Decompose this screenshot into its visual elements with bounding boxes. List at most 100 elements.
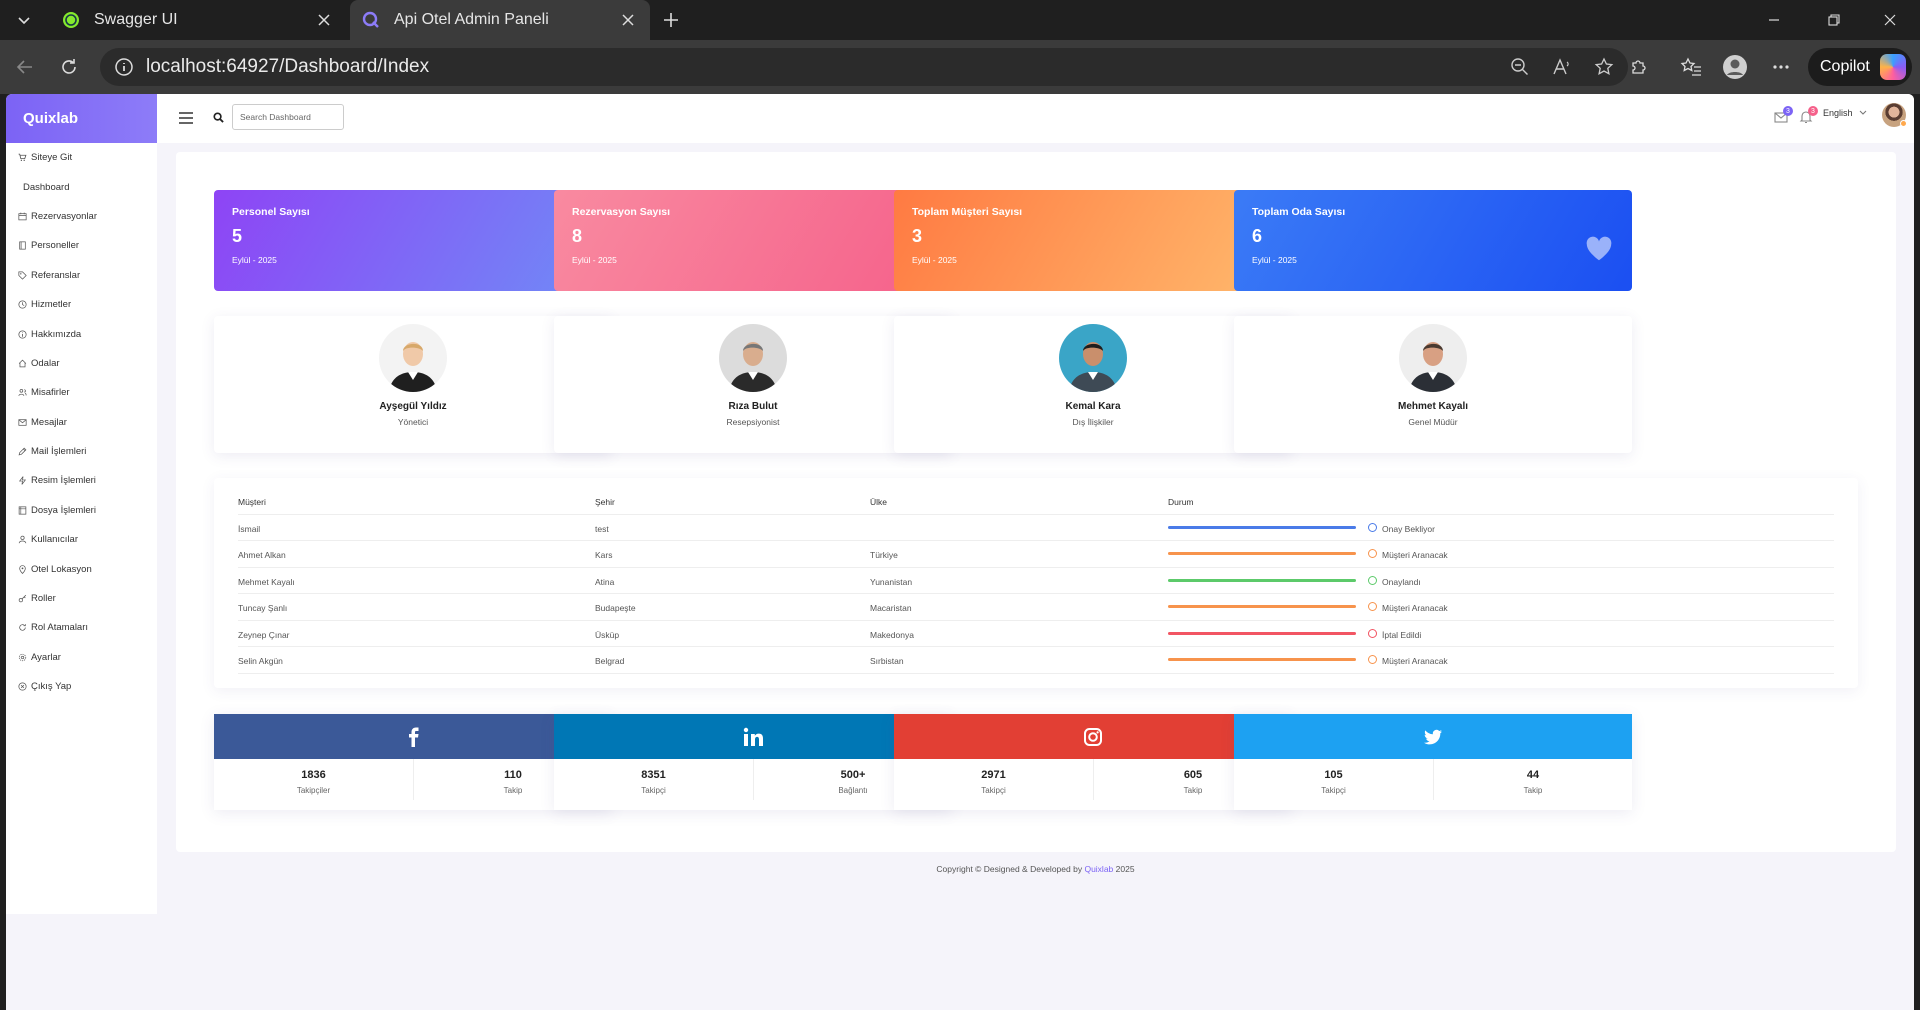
social-header[interactable] (554, 714, 952, 759)
stat-label: Rezervasyon Sayısı (572, 206, 671, 218)
close-window-button[interactable] (1860, 0, 1920, 40)
staff-photo (1059, 324, 1127, 392)
sidebar-item-10[interactable]: Mail İşlemleri (6, 437, 157, 466)
status-progress-bar (1168, 552, 1356, 555)
staff-photo (1399, 324, 1467, 392)
dashboard-content: Personel Sayısı 5 Eylül - 2025 Rezervasyon … (176, 152, 1896, 852)
favorites-button[interactable] (1676, 52, 1706, 82)
close-tab-icon[interactable] (618, 10, 638, 30)
status-label: Müşteri Aranacak (1382, 603, 1448, 613)
back-arrow-icon (16, 60, 32, 74)
status-circle-icon (1368, 575, 1377, 585)
sidebar-item-2[interactable]: Rezervasyonlar (6, 202, 157, 231)
profile-button[interactable] (1720, 52, 1750, 82)
sidebar-item-9[interactable]: Mesajlar (6, 408, 157, 437)
sidebar-item-13[interactable]: Kullanıcılar (6, 525, 157, 554)
sidebar-item-8[interactable]: Misafirler (6, 378, 157, 407)
social-count-label: Takipçi (1321, 786, 1346, 795)
restore-button[interactable] (1804, 0, 1864, 40)
language-select[interactable]: English (1823, 108, 1867, 118)
sidebar-item-4[interactable]: Referanslar (6, 261, 157, 290)
social-card-linkedin: 8351 Takipçi 500+ Bağlantı (554, 714, 952, 810)
site-info-icon[interactable] (114, 57, 134, 77)
linkedin-icon (743, 727, 763, 746)
copilot-icon (1879, 54, 1906, 80)
sidebar-item-3[interactable]: Personeller (6, 231, 157, 260)
sidebar-item-15[interactable]: Roller (6, 584, 157, 613)
pencil-icon (18, 447, 27, 456)
tab-swagger[interactable]: Swagger UI (50, 0, 346, 40)
tab-admin-panel[interactable]: Api Otel Admin Paneli (350, 0, 650, 40)
sidebar-item-17[interactable]: Ayarlar (6, 643, 157, 672)
sidebar-item-label: Rol Atamaları (31, 622, 89, 634)
social-header[interactable] (1234, 714, 1632, 759)
sidebar-item-16[interactable]: Rol Atamaları (6, 613, 157, 642)
favorites-list-icon (1680, 57, 1701, 76)
hamburger-menu-icon[interactable] (179, 112, 193, 124)
social-count-label: Takipçi (641, 786, 666, 795)
mail-notification-button[interactable]: 3 (1774, 106, 1793, 124)
column-header-status: Durum (1168, 497, 1194, 507)
cell-country: Makedonya (870, 629, 914, 640)
sidebar-item-0[interactable]: Siteye Git (6, 143, 157, 172)
bell-notification-button[interactable]: 3 (1799, 106, 1818, 124)
calendar-icon (18, 212, 27, 221)
sidebar-item-7[interactable]: Odalar (6, 349, 157, 378)
puzzle-icon (1632, 60, 1646, 74)
status-label: Onaylandı (1382, 576, 1421, 587)
brand-logo[interactable]: Quixlab (6, 94, 157, 143)
sidebar-item-label: Rezervasyonlar (31, 210, 97, 222)
facebook-icon (409, 727, 419, 747)
settings-more-button[interactable] (1766, 52, 1796, 82)
browser-address-bar: localhost:64927/Dashboard/Index Copilot (0, 40, 1920, 94)
sidebar-item-label: Mail İşlemleri (31, 446, 87, 458)
stat-value: 5 (232, 226, 243, 246)
sidebar-item-6[interactable]: Hakkımızda (6, 319, 157, 348)
read-aloud-icon[interactable] (1552, 57, 1572, 77)
table-row: Selin Akgün Belgrad Sırbistan Müşteri Arana… (238, 647, 1834, 674)
favorite-star-icon[interactable] (1594, 57, 1614, 77)
user-avatar[interactable] (1882, 103, 1907, 127)
staff-role: Resepsiyonist (726, 417, 780, 427)
footer-brand-link[interactable]: Quixlab (1084, 864, 1113, 874)
tab-title: Swagger UI (94, 11, 178, 28)
social-header[interactable] (894, 714, 1292, 759)
new-tab-button[interactable] (656, 6, 686, 34)
top-header: 3 3 English (157, 94, 1914, 143)
sidebar-item-5[interactable]: Hizmetler (6, 290, 157, 319)
url-field[interactable]: localhost:64927/Dashboard/Index (100, 48, 1628, 86)
tab-actions-menu[interactable] (8, 6, 40, 34)
social-card-instagram: 2971 Takipçi 605 Takip (894, 714, 1292, 810)
sidebar-item-label: Referanslar (31, 269, 81, 281)
back-button[interactable] (10, 52, 40, 82)
cell-country: Sırbistan (870, 656, 904, 666)
cell-city: Üsküp (595, 629, 620, 640)
close-tab-icon[interactable] (314, 10, 334, 30)
social-count-label: Takipçi (981, 786, 1006, 795)
sidebar-item-label: Otel Lokasyon (31, 563, 92, 575)
logout-icon (18, 682, 27, 691)
sidebar-item-12[interactable]: Dosya İşlemleri (6, 496, 157, 525)
cell-customer: Zeynep Çınar (238, 629, 290, 640)
extensions-button[interactable] (1624, 52, 1654, 82)
reload-button[interactable] (54, 52, 84, 82)
reservations-table: Müşteri Şehir Ülke Durum İsmail test Onay … (214, 478, 1858, 688)
cell-country: Türkiye (870, 550, 898, 560)
sidebar-item-dashboard[interactable]: Dashboard (6, 172, 157, 201)
social-header[interactable] (214, 714, 612, 759)
sidebar-item-11[interactable]: Resim İşlemleri (6, 466, 157, 495)
sidebar-item-18[interactable]: Çıkış Yap (6, 672, 157, 701)
minimize-button[interactable] (1744, 0, 1804, 40)
social-count: 105 (1324, 769, 1343, 781)
stat-period: Eylül - 2025 (1252, 255, 1297, 265)
minimize-icon (1769, 19, 1779, 21)
chevron-down-icon (1859, 110, 1866, 115)
sidebar-item-14[interactable]: Otel Lokasyon (6, 554, 157, 583)
search-input[interactable] (232, 104, 344, 130)
sidebar-item-label: Siteye Git (31, 152, 73, 164)
zoom-out-icon[interactable] (1510, 57, 1530, 77)
restore-icon (1828, 14, 1840, 26)
sidebar-item-label: Misafirler (31, 387, 70, 399)
cell-country: Macaristan (870, 603, 912, 613)
copilot-button[interactable]: Copilot (1808, 48, 1912, 86)
